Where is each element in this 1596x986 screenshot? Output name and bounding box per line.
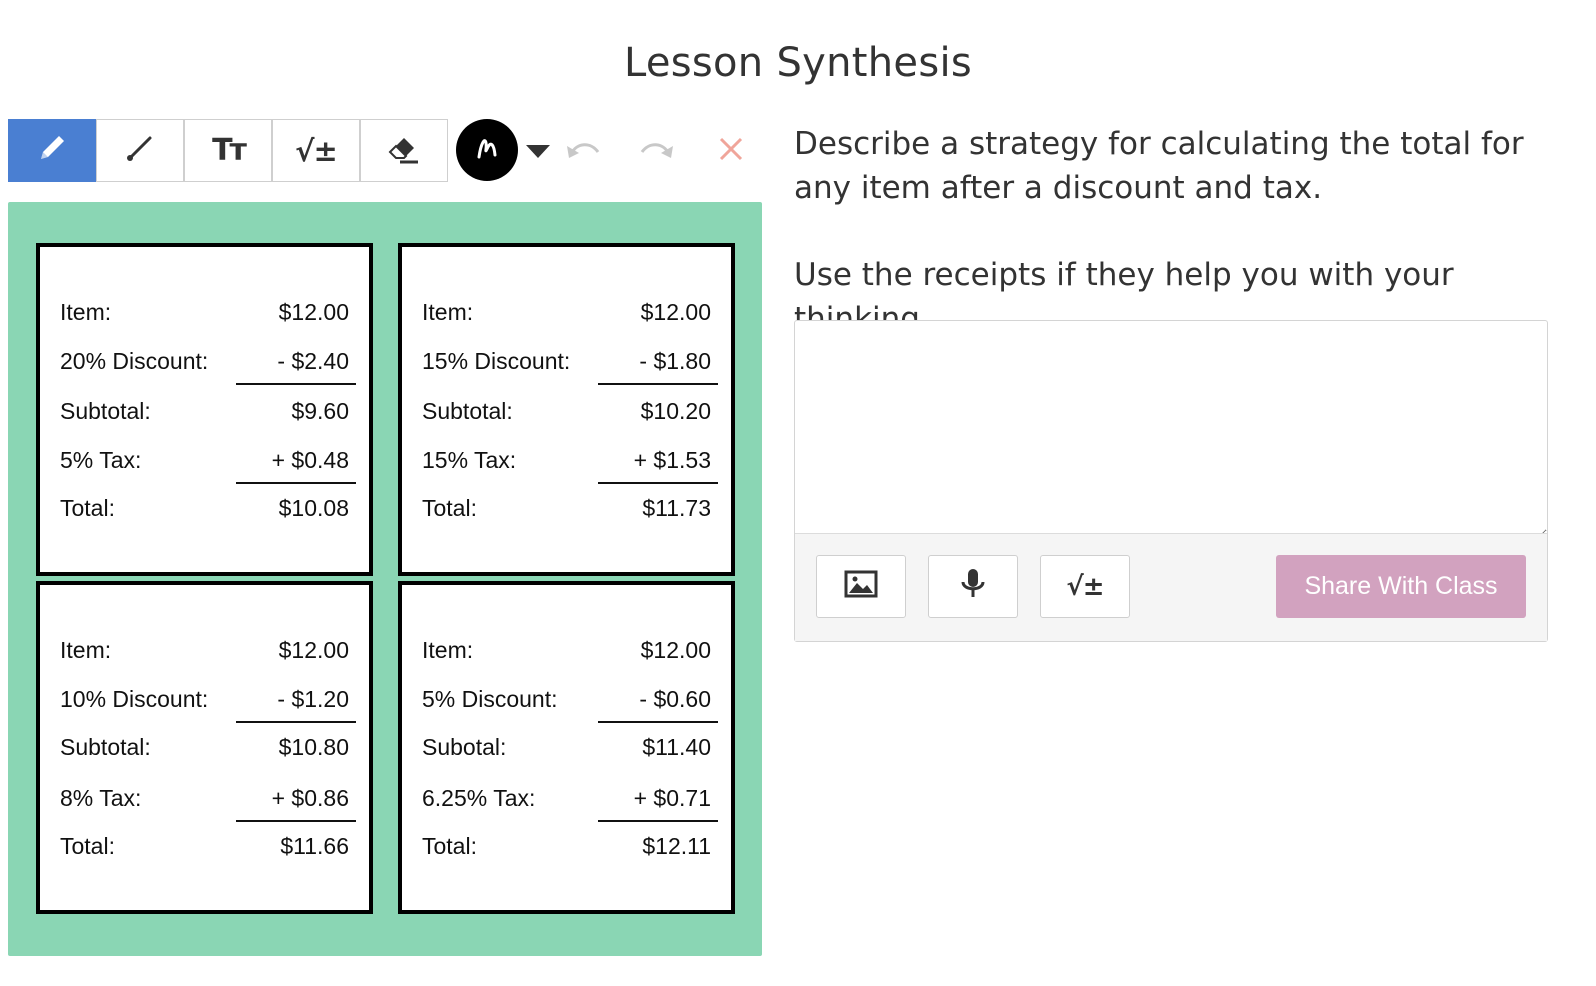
receipt-label: 20% Discount: [60, 348, 209, 374]
receipt-value: $12.00 [278, 637, 349, 663]
receipt-value: $12.11 [642, 833, 711, 859]
undo-button[interactable] [563, 133, 603, 169]
line-icon [125, 133, 155, 168]
share-with-class-button[interactable]: Share With Class [1276, 555, 1526, 618]
receipt-divider [598, 383, 718, 385]
receipt-value: $12.00 [640, 637, 711, 663]
answer-box: √± Share With Class [794, 320, 1548, 642]
receipt-divider [236, 721, 356, 723]
receipt-label: Item: [422, 299, 474, 325]
redo-button[interactable] [637, 133, 677, 169]
receipt-value: - $2.40 [277, 348, 349, 374]
receipt-label: Item: [422, 637, 474, 663]
receipt-label: 5% Discount: [422, 686, 558, 712]
receipt-value: $9.60 [291, 398, 349, 424]
record-audio-button[interactable] [928, 555, 1018, 618]
receipt-label: Subtotal: [60, 734, 151, 760]
receipt-divider [598, 820, 718, 822]
microphone-icon [959, 567, 987, 606]
receipt-card: Item: $12.00 20% Discount: - $2.40 Subtota… [36, 243, 373, 576]
receipt-label: 15% Discount: [422, 348, 571, 374]
line-tool-button[interactable] [96, 119, 184, 182]
undo-icon [565, 138, 601, 165]
answer-toolbar: √± Share With Class [795, 533, 1547, 641]
image-icon [844, 569, 878, 604]
receipt-value: $11.66 [280, 833, 349, 859]
receipt-label: 10% Discount: [60, 686, 209, 712]
receipt-value: $10.80 [278, 734, 349, 760]
receipt-label: Subtotal: [60, 398, 151, 424]
receipt-card: Item: $12.00 15% Discount: - $1.80 Subtota… [398, 243, 735, 576]
insert-math-button[interactable]: √± [1040, 555, 1130, 618]
receipt-divider [598, 482, 718, 484]
math-tool-button[interactable]: √± [272, 119, 360, 182]
receipt-value: - $0.60 [639, 686, 711, 712]
receipt-value: - $1.80 [639, 348, 711, 374]
receipt-label: 5% Tax: [60, 447, 142, 473]
receipt-label: Total: [422, 833, 477, 859]
receipt-label: 15% Tax: [422, 447, 517, 473]
text-size-icon: Tт [212, 133, 247, 168]
receipt-value: $12.00 [640, 299, 711, 325]
receipt-value: + $0.86 [271, 785, 349, 811]
receipt-value: $11.73 [642, 495, 711, 521]
receipt-label: Subotal: [422, 734, 507, 760]
close-icon [718, 136, 744, 167]
eraser-tool-button[interactable] [360, 119, 448, 182]
receipt-label: Total: [422, 495, 477, 521]
receipt-label: Total: [60, 833, 115, 859]
eraser-icon [386, 130, 422, 171]
receipt-label: 8% Tax: [60, 785, 142, 811]
receipt-value: + $1.53 [633, 447, 711, 473]
receipt-divider [236, 383, 356, 385]
receipt-label: Total: [60, 495, 115, 521]
redo-icon [639, 138, 675, 165]
pen-stroke-icon [472, 133, 502, 168]
insert-image-button[interactable] [816, 555, 906, 618]
math-icon: √± [295, 133, 338, 168]
receipt-value: $11.40 [642, 734, 711, 760]
receipt-label: Item: [60, 299, 112, 325]
sketch-canvas[interactable]: Item: $12.00 20% Discount: - $2.40 Subtota… [8, 202, 762, 956]
pencil-tool-button[interactable] [8, 119, 96, 182]
receipt-label: Item: [60, 637, 112, 663]
receipt-divider [236, 820, 356, 822]
receipt-value: + $0.71 [633, 785, 711, 811]
receipt-value: + $0.48 [271, 447, 349, 473]
receipt-value: $10.08 [278, 495, 349, 521]
pen-color-picker[interactable] [456, 119, 518, 181]
chevron-down-icon[interactable] [526, 145, 550, 158]
receipt-value: - $1.20 [277, 686, 349, 712]
receipt-label: 6.25% Tax: [422, 785, 536, 811]
text-tool-button[interactable]: Tт [184, 119, 272, 182]
page-title: Lesson Synthesis [623, 40, 973, 86]
clear-button[interactable] [711, 133, 751, 169]
receipt-divider [598, 721, 718, 723]
answer-input[interactable] [795, 321, 1547, 538]
receipt-label: Subtotal: [422, 398, 513, 424]
pencil-icon [35, 131, 69, 170]
receipt-divider [236, 482, 356, 484]
receipt-card: Item: $12.00 10% Discount: - $1.20 Subtota… [36, 581, 373, 914]
receipt-value: $10.20 [640, 398, 711, 424]
receipt-card: Item: $12.00 5% Discount: - $0.60 Subotal:… [398, 581, 735, 914]
question-text: Describe a strategy for calculating the … [794, 126, 1524, 206]
math-icon: √± [1066, 571, 1104, 602]
receipt-value: $12.00 [278, 299, 349, 325]
